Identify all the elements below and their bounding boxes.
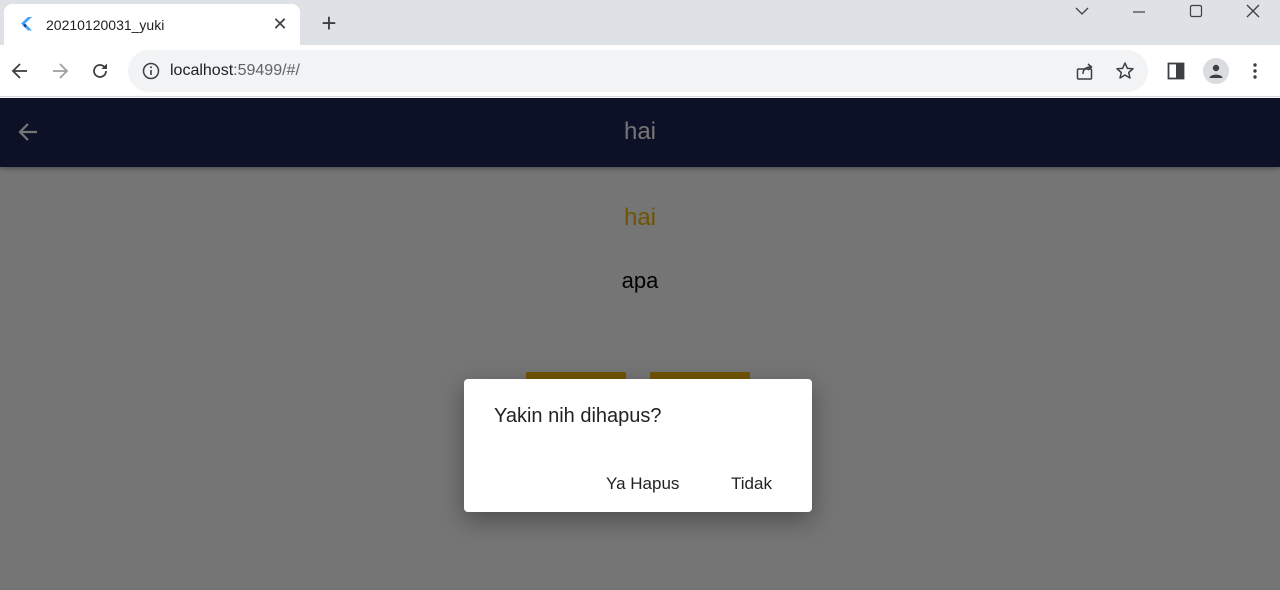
url-path: :59499/#/ — [233, 62, 300, 79]
bookmark-star-icon[interactable] — [1113, 59, 1137, 83]
close-tab-icon[interactable]: ✕ — [270, 14, 290, 35]
confirm-delete-button[interactable]: Ya Hapus — [594, 467, 691, 501]
avatar-icon — [1203, 58, 1229, 84]
back-arrow-icon[interactable] — [6, 57, 34, 85]
app-viewport: hai hai apa Yakin nih dihapus? Ya Hapus … — [0, 98, 1280, 590]
flutter-icon — [18, 16, 34, 33]
side-panel-icon[interactable] — [1162, 57, 1190, 85]
new-tab-button[interactable]: + — [316, 8, 342, 38]
reload-icon[interactable] — [86, 57, 114, 85]
share-icon[interactable] — [1073, 59, 1097, 83]
tab-title: 20210120031_yuki — [46, 16, 165, 33]
url-text: localhost:59499/#/ — [170, 62, 300, 80]
url-host: localhost — [170, 62, 234, 79]
browser-tab[interactable]: 20210120031_yuki ✕ — [4, 4, 300, 45]
minimize-icon[interactable] — [1125, 0, 1153, 22]
delete-confirm-dialog: Yakin nih dihapus? Ya Hapus Tidak — [464, 379, 812, 512]
site-info-icon[interactable] — [142, 62, 160, 80]
close-window-icon[interactable] — [1239, 0, 1267, 22]
profile-button[interactable] — [1202, 57, 1230, 85]
maximize-icon[interactable] — [1182, 0, 1210, 22]
tab-search-icon[interactable] — [1068, 0, 1096, 22]
modal-scrim[interactable] — [0, 98, 1280, 590]
address-bar[interactable]: localhost:59499/#/ — [128, 50, 1148, 92]
browser-menu-icon[interactable] — [1241, 57, 1269, 85]
cancel-button[interactable]: Tidak — [719, 467, 784, 501]
browser-tab-strip: 20210120031_yuki ✕ + — [0, 0, 1280, 45]
dialog-message: Yakin nih dihapus? — [494, 405, 662, 427]
browser-toolbar: localhost:59499/#/ — [0, 45, 1280, 97]
forward-arrow-icon[interactable] — [46, 57, 74, 85]
